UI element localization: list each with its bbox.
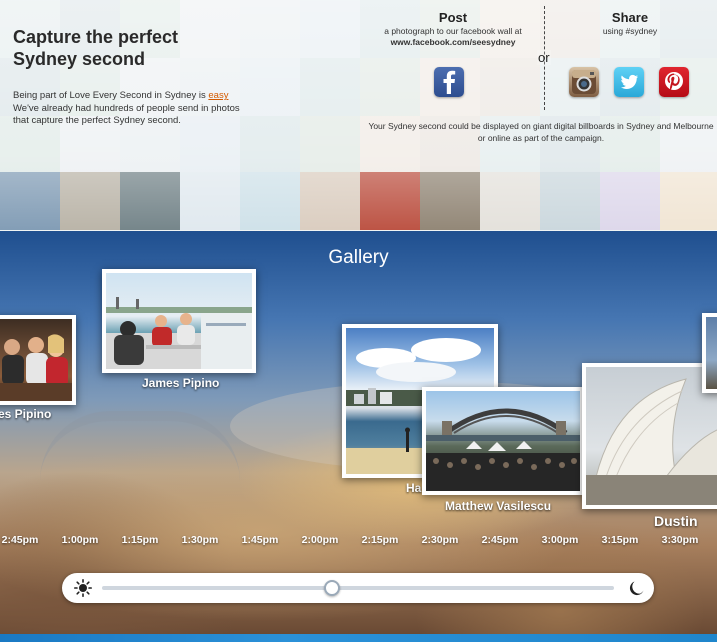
page-root: Capture the perfect Sydney second Being … <box>0 0 717 642</box>
photo-caption-matthew-vasilescu: Matthew Vasilescu <box>445 499 552 513</box>
intro-block: Capture the perfect Sydney second Being … <box>13 26 243 128</box>
timeline-label[interactable]: 2:45pm <box>2 534 39 546</box>
bottom-accent-bar <box>0 634 717 642</box>
post-block: Post a photograph to our facebook wall a… <box>362 10 544 47</box>
intro-title: Capture the perfect Sydney second <box>13 27 179 69</box>
harbour-bridge-crowd-image <box>426 408 580 491</box>
timeline-label[interactable]: 3:30pm <box>662 534 699 546</box>
facebook-url[interactable]: www.facebook.com/seesydney <box>362 37 544 47</box>
gallery-photo-dustin[interactable] <box>582 363 717 509</box>
intro-body: Being part of Love Every Second in Sydne… <box>13 90 243 128</box>
time-slider[interactable] <box>62 573 654 603</box>
photo-caption-ha-partial: Ha <box>406 481 422 495</box>
photo-image <box>106 273 252 369</box>
photo-caption-james-pipino: James Pipino <box>142 376 220 390</box>
photo-caption-dustin: Dustin <box>654 513 698 529</box>
timeline-label[interactable]: 1:45pm <box>242 534 279 546</box>
blurred-bridge-background <box>40 411 240 481</box>
timeline-label[interactable]: 1:00pm <box>62 534 99 546</box>
gallery-title: Gallery <box>328 247 389 268</box>
slider-track[interactable] <box>102 580 614 596</box>
post-heading: Post <box>438 10 468 25</box>
timeline-label[interactable]: 2:45pm <box>482 534 519 546</box>
photo-image <box>706 317 717 389</box>
opera-house-image <box>586 378 717 505</box>
timeline-label[interactable]: 1:30pm <box>182 534 219 546</box>
gallery-stage: Gallery es Pipino James Pipino Ha Matthe… <box>0 231 717 634</box>
billboard-text: Your Sydney second could be displayed on… <box>368 121 714 143</box>
pinterest-icon[interactable] <box>659 67 689 97</box>
photo-caption-left-partial: es Pipino <box>0 407 52 421</box>
intro-body-text: Being part of Love Every Second in Sydne… <box>13 90 209 101</box>
or-label: or <box>537 50 551 65</box>
cafe-waterfront-image <box>106 297 252 369</box>
timeline-label[interactable]: 3:00pm <box>542 534 579 546</box>
people-at-table-image <box>0 334 72 401</box>
gallery-photo-left-partial[interactable] <box>0 315 76 405</box>
timeline-label[interactable]: 2:00pm <box>302 534 339 546</box>
twitter-icon[interactable] <box>614 67 644 97</box>
gallery-photo-james-pipino[interactable] <box>102 269 256 373</box>
share-heading: Share <box>611 10 649 25</box>
timeline-label[interactable]: 2:15pm <box>362 534 399 546</box>
sun-icon[interactable] <box>74 579 93 602</box>
share-block: Share using #sydney <box>558 10 702 37</box>
slider-thumb[interactable] <box>324 580 341 596</box>
photo-image <box>586 367 717 505</box>
post-instruction: a photograph to our facebook wall at <box>384 26 522 36</box>
gallery-photo-right-partial[interactable] <box>702 313 717 393</box>
easy-link[interactable]: easy <box>208 90 228 101</box>
photo-image <box>0 319 72 401</box>
moon-icon[interactable] <box>628 579 646 602</box>
photo-image <box>426 391 580 491</box>
facebook-icon[interactable] <box>434 67 464 97</box>
gallery-photo-matthew-vasilescu[interactable] <box>422 387 584 495</box>
intro-body-text-2: We've already had hundreds of people sen… <box>13 102 240 127</box>
timeline-label[interactable]: 3:15pm <box>602 534 639 546</box>
top-mosaic-header: Capture the perfect Sydney second Being … <box>0 0 717 231</box>
timeline-label[interactable]: 2:30pm <box>422 534 459 546</box>
timeline-label[interactable]: 1:15pm <box>122 534 159 546</box>
share-hashtag: using #sydney <box>602 26 658 36</box>
timeline-labels: 2:45pm 1:00pm 1:15pm 1:30pm 1:45pm 2:00pm 2:15… <box>0 534 717 550</box>
instagram-icon[interactable] <box>569 67 599 97</box>
